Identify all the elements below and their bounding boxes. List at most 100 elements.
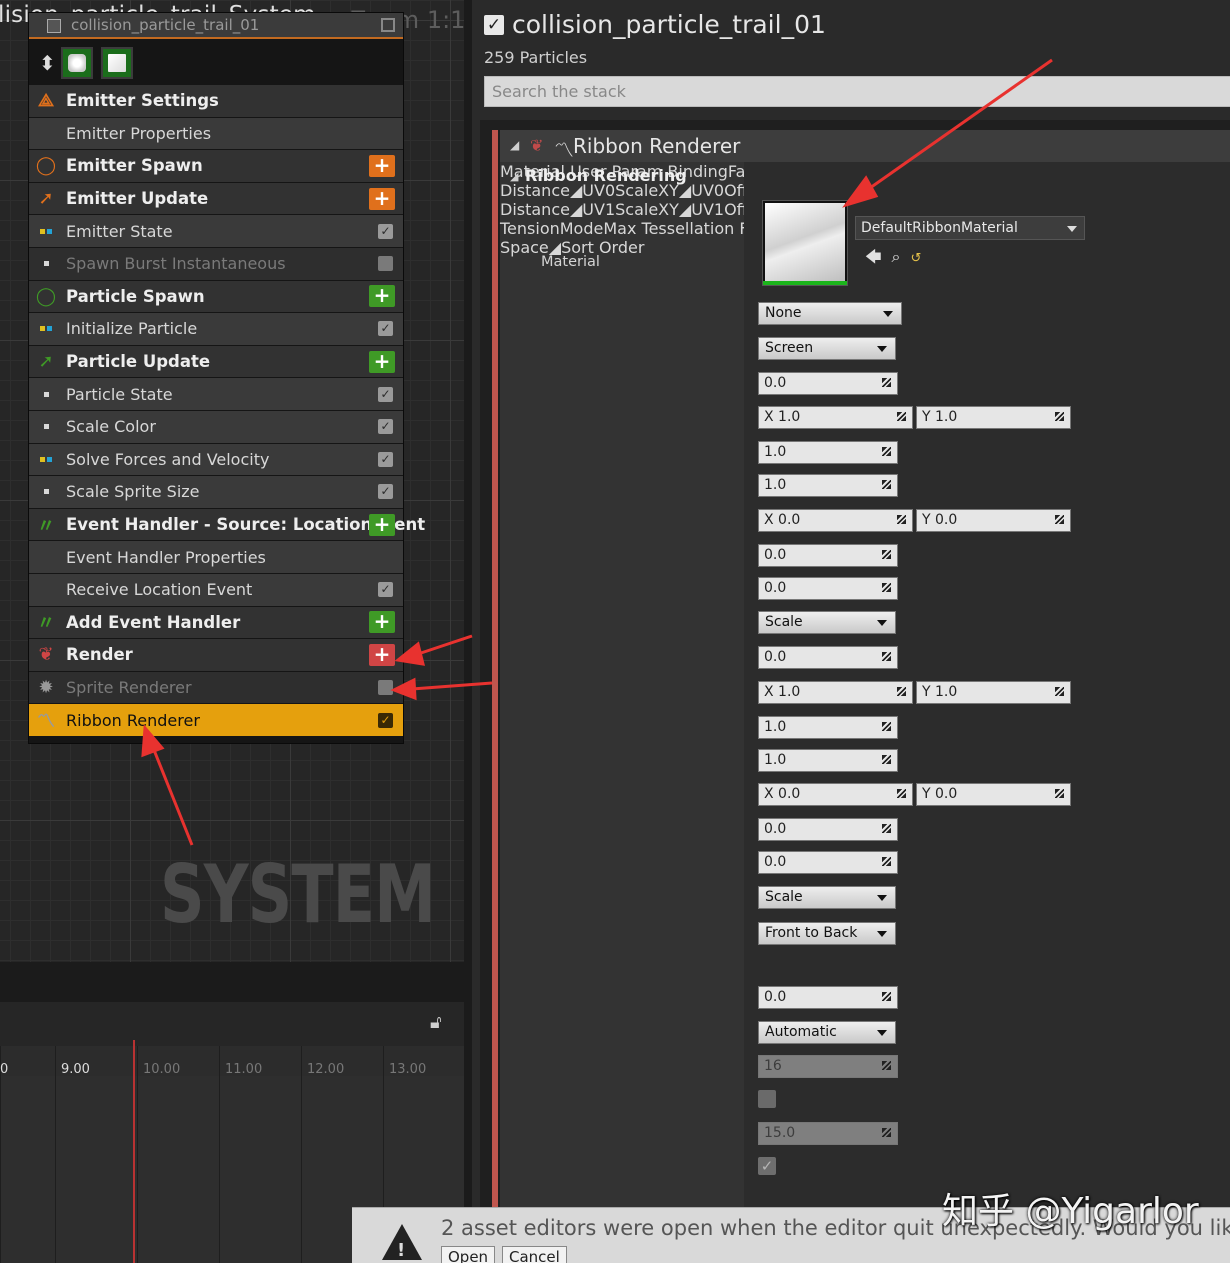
module-enable-checkbox[interactable]: ✓	[378, 419, 393, 435]
ribbon-renderer-header[interactable]: ◢ ❦ 〽 Ribbon Renderer	[500, 130, 1230, 162]
uv1-tiling-input[interactable]: 0.0	[758, 646, 898, 669]
emitter-stack: ⟁ Emitter Settings Emitter Properties ◯ Emit…	[29, 85, 425, 737]
screen-space-checkbox[interactable]: ✓	[758, 1157, 776, 1175]
stack-row-label: Emitter Settings	[66, 91, 219, 111]
add-module-button[interactable]: +	[369, 643, 395, 666]
stack-row[interactable]: Particle State ✓	[29, 378, 403, 411]
stack-row-label: Scale Sprite Size	[66, 482, 200, 502]
uv0-age-mode-dropdown[interactable]: Scale	[758, 611, 896, 634]
stack-row[interactable]: ◯ Particle Spawn +	[29, 280, 403, 314]
stack-row[interactable]: Emitter Properties	[29, 117, 403, 151]
mode-dropdown[interactable]: Automatic	[758, 1021, 896, 1044]
module-enable-checkbox[interactable]: ✓	[378, 256, 393, 272]
uv1-offset-y-input[interactable]: Y 0.0	[916, 783, 1071, 806]
use-constant-factor-checkbox[interactable]	[758, 1090, 776, 1108]
emitter-node[interactable]: collision_particle_trail_01 ⬍ ⟁ Emitter S…	[28, 12, 425, 744]
uv0-offset-x-input[interactable]: X 0.0	[758, 509, 913, 532]
stack-row[interactable]: Scale Color ✓	[29, 410, 403, 444]
module-dot-icon	[37, 385, 55, 403]
search-stack-input[interactable]: Search the stack	[484, 76, 1230, 107]
cancel-button[interactable]: Cancel	[502, 1246, 567, 1263]
stack-row-label: Scale Color	[66, 417, 156, 437]
module-enable-checkbox[interactable]: ✓	[378, 451, 393, 467]
use-selected-arrow-icon[interactable]: 🡄	[865, 247, 882, 266]
draw-direction-dropdown[interactable]: Front to Back	[758, 922, 896, 945]
material-picker-dropdown[interactable]: DefaultRibbonMaterial	[855, 216, 1085, 240]
stack-row[interactable]: Scale Sprite Size ✓	[29, 476, 403, 509]
pin-icon[interactable]: ⬍	[39, 51, 56, 75]
uv0-offset-y-input[interactable]: Y 0.0	[916, 509, 1071, 532]
section-ribbon-rendering[interactable]: ◢ Ribbon Rendering	[500, 162, 1230, 190]
particle-thumbnail[interactable]	[61, 47, 93, 79]
module-enable-checkbox[interactable]: ✓	[378, 223, 393, 239]
reset-icon[interactable]: ↺	[911, 251, 922, 266]
uv1-offset-x-field[interactable]: 0.0	[758, 818, 898, 841]
uv0-scale-y-input[interactable]: Y 1.0	[916, 406, 1071, 429]
stack-row[interactable]: Event Handler Properties	[29, 541, 403, 574]
add-module-button[interactable]: +	[369, 285, 395, 308]
param-binding-dropdown[interactable]: None	[758, 302, 902, 325]
stack-row[interactable]: ⟁ Emitter Settings	[29, 85, 403, 118]
curve-tension-input[interactable]: 0.0	[758, 986, 898, 1009]
uv1-offset-y-field[interactable]: 0.0	[758, 851, 898, 874]
module-enable-checkbox[interactable]: ✓	[378, 484, 393, 500]
stack-row[interactable]: ➚ Particle Update +	[29, 345, 403, 379]
uv1-scale-x-field[interactable]: 1.0	[758, 716, 898, 739]
unlock-icon[interactable]: 🔓︎	[430, 1012, 442, 1033]
stack-row[interactable]: 〽 Ribbon Renderer ✓	[29, 704, 403, 737]
stack-row[interactable]: ✹ Sprite Renderer ✓	[29, 671, 403, 705]
module-dot-icon	[37, 255, 55, 273]
add-module-button[interactable]: +	[369, 154, 395, 177]
uv1-scale-x-input[interactable]: X 1.0	[758, 681, 913, 704]
stack-row-label: Ribbon Renderer	[66, 710, 200, 730]
emitter-node-name: collision_particle_trail_01	[71, 16, 260, 34]
stack-row-label: Event Handler Properties	[66, 547, 266, 567]
stack-row[interactable]: 〃 Add Event Handler +	[29, 606, 403, 640]
uv1-scale-y-field[interactable]: 1.0	[758, 749, 898, 772]
uv0-offset-y-field[interactable]: 0.0	[758, 577, 898, 600]
module-enable-checkbox[interactable]: ✓	[378, 679, 393, 695]
uv0-scale-y-field[interactable]: 1.0	[758, 474, 898, 497]
render-icon: ❦	[530, 136, 544, 155]
emitter-node-header[interactable]: collision_particle_trail_01	[29, 13, 403, 39]
stack-row[interactable]: ❦ Render +	[29, 639, 403, 672]
uv0-offset-x-field[interactable]: 0.0	[758, 544, 898, 567]
uv0-scale-x-input[interactable]: X 1.0	[758, 406, 913, 429]
system-graph-canvas[interactable]: lision_particle_trail_System Zoom 1:1 SY…	[0, 0, 464, 962]
open-button[interactable]: Open	[441, 1246, 496, 1263]
stack-row[interactable]: Spawn Burst Instantaneous ✓	[29, 247, 403, 281]
uv1-offset-x-input[interactable]: X 0.0	[758, 783, 913, 806]
module-enable-checkbox[interactable]: ✓	[378, 582, 393, 598]
material-thumbnail[interactable]	[762, 200, 848, 286]
stack-row[interactable]: 〃 Event Handler - Source: LocationEvent +	[29, 508, 425, 542]
collapse-arrow-icon[interactable]: ◢	[510, 170, 518, 183]
stack-row[interactable]: Emitter State ✓	[29, 215, 403, 248]
stack-row[interactable]: Initialize Particle ✓	[29, 313, 403, 346]
stack-row[interactable]: ➚ Emitter Update +	[29, 182, 403, 216]
uv0-tiling-input[interactable]: 0.0	[758, 372, 898, 395]
emitter-enable-checkbox[interactable]	[47, 19, 61, 33]
module-enable-checkbox[interactable]: ✓	[378, 386, 393, 402]
browse-search-icon[interactable]: ⌕	[892, 247, 901, 266]
facing-mode-dropdown[interactable]: Screen	[758, 337, 896, 360]
stack-row[interactable]: Receive Location Event ✓	[29, 573, 403, 607]
uv1-scale-y-input[interactable]: Y 1.0	[916, 681, 1071, 704]
renderer-header-label: Ribbon Renderer	[573, 134, 741, 158]
uv1-age-mode-dropdown[interactable]: Scale	[758, 886, 896, 909]
material-label: Material	[541, 254, 600, 270]
module-enable-checkbox[interactable]: ✓	[378, 321, 393, 337]
add-module-button[interactable]: +	[369, 513, 395, 536]
emitter-enabled-checkbox[interactable]: ✓	[484, 14, 504, 35]
add-module-button[interactable]: +	[369, 350, 395, 373]
ribbon-properties: ◢ Ribbon Rendering Material DefaultRibbo…	[500, 162, 1230, 1263]
emitter-options-icon[interactable]	[381, 18, 395, 32]
module-enable-checkbox[interactable]: ✓	[378, 712, 393, 728]
collapse-arrow-icon[interactable]: ◢	[510, 138, 519, 152]
stack-row[interactable]: Solve Forces and Velocity ✓	[29, 443, 403, 477]
stack-row[interactable]: ◯ Emitter Spawn +	[29, 150, 403, 183]
timeline-playhead[interactable]	[133, 1040, 135, 1263]
add-module-button[interactable]: +	[369, 187, 395, 210]
particle-thumbnail[interactable]	[101, 47, 133, 79]
uv0-scale-x-field[interactable]: 1.0	[758, 441, 898, 464]
add-module-button[interactable]: +	[369, 611, 395, 634]
